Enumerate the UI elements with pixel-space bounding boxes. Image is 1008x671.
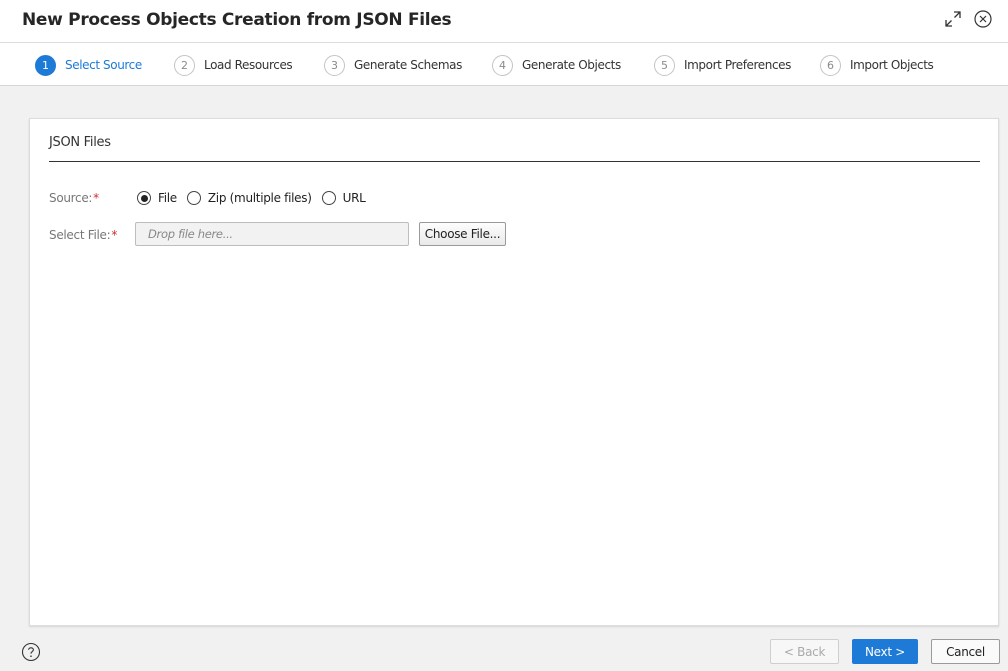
step-import-objects[interactable]: 6 Import Objects [820, 54, 934, 76]
step-label: Generate Schemas [354, 58, 462, 72]
source-radio-file[interactable]: File [137, 191, 177, 205]
step-number: 3 [324, 54, 345, 76]
step-select-source[interactable]: 1 Select Source [35, 54, 142, 76]
source-radio-group: File Zip (multiple files) URL [137, 189, 376, 207]
radio-unchecked-icon[interactable] [321, 191, 336, 205]
step-number: 5 [654, 54, 675, 76]
step-label: Generate Objects [522, 58, 621, 72]
step-import-preferences[interactable]: 5 Import Preferences [654, 54, 791, 76]
step-label: Select Source [65, 58, 142, 72]
back-button[interactable]: < Back [770, 639, 839, 664]
dialog: New Process Objects Creation from JSON F… [0, 0, 1008, 671]
expand-icon[interactable] [942, 8, 964, 30]
step-label: Import Preferences [684, 58, 792, 72]
radio-label: URL [342, 191, 366, 205]
select-file-label: Select File:* [49, 228, 117, 242]
file-drop-input[interactable] [135, 222, 409, 246]
cancel-button[interactable]: Cancel [931, 639, 1000, 664]
step-generate-schemas[interactable]: 3 Generate Schemas [324, 54, 462, 76]
radio-label: Zip (multiple files) [207, 191, 312, 205]
choose-file-button[interactable]: Choose File... [419, 222, 506, 246]
step-number: 6 [820, 54, 841, 76]
radio-label: File [158, 191, 177, 205]
step-generate-objects[interactable]: 4 Generate Objects [492, 54, 621, 76]
step-label: Load Resources [204, 58, 293, 72]
dialog-title: New Process Objects Creation from JSON F… [22, 10, 452, 30]
source-label: Source:* [49, 191, 99, 205]
section-divider [49, 161, 980, 162]
select-file-label-text: Select File: [49, 228, 111, 242]
step-label: Import Objects [850, 58, 934, 72]
next-button[interactable]: Next > [852, 639, 918, 664]
wizard-steps: 1 Select Source 2 Load Resources 3 Gener… [0, 42, 1008, 86]
help-icon[interactable] [21, 642, 41, 662]
source-radio-zip[interactable]: Zip (multiple files) [186, 191, 312, 205]
content-panel: JSON Files Source:* File Zip (multiple f… [29, 118, 999, 626]
section-title: JSON Files [49, 135, 111, 150]
step-number: 1 [35, 54, 56, 76]
source-radio-url[interactable]: URL [321, 191, 366, 205]
close-icon[interactable] [972, 8, 994, 30]
dialog-header: New Process Objects Creation from JSON F… [0, 0, 1008, 42]
required-asterisk: * [93, 191, 99, 205]
radio-checked-icon[interactable] [137, 191, 151, 205]
step-load-resources[interactable]: 2 Load Resources [174, 54, 293, 76]
step-number: 4 [492, 54, 513, 76]
step-number: 2 [174, 54, 195, 76]
source-label-text: Source: [49, 191, 93, 205]
required-asterisk: * [111, 228, 118, 242]
radio-unchecked-icon[interactable] [186, 191, 201, 205]
